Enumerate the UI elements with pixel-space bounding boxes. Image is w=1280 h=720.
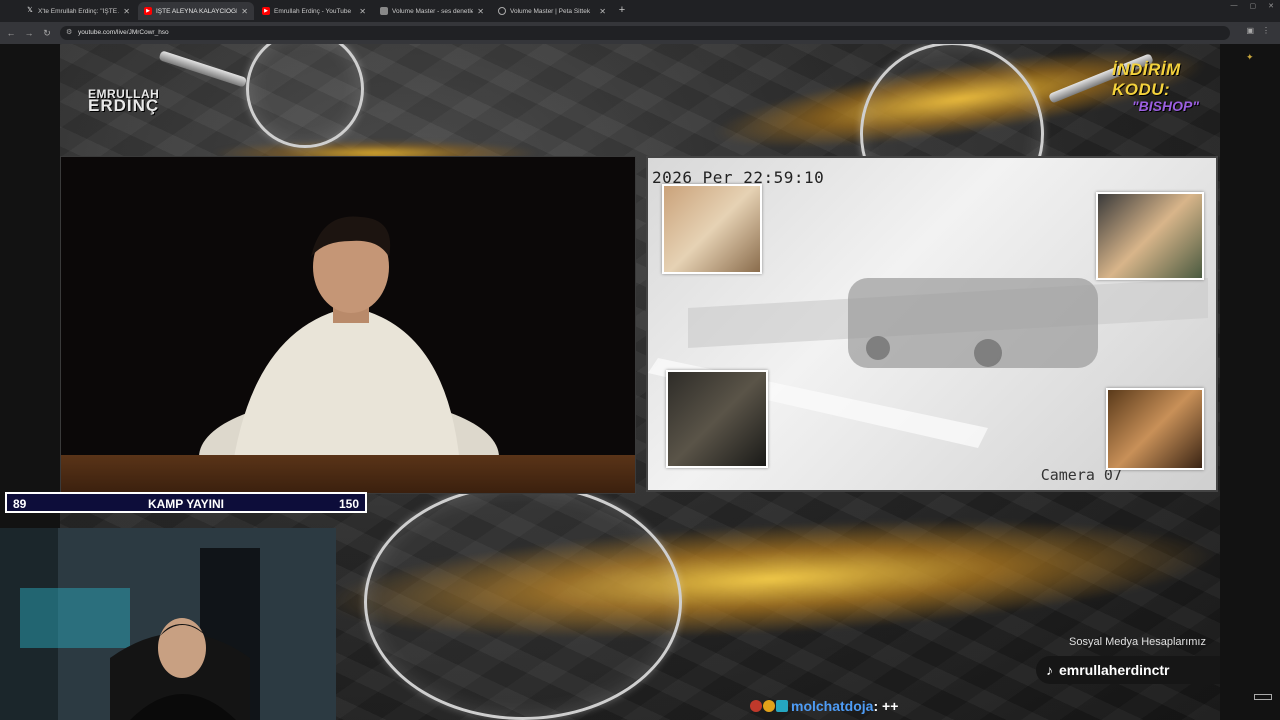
tab-title: İŞTE ALEYNA KALAYCIOĞLU (156, 7, 238, 15)
host-video-panel (60, 156, 636, 494)
channel-logo: EMRULLAH ERDİNÇ (88, 88, 168, 115)
tab-youtube-live[interactable]: ▶ İŞTE ALEYNA KALAYCIOĞLU ✕ (138, 2, 254, 20)
desk (61, 455, 635, 493)
magnifier-handle (158, 50, 248, 88)
tab-title: Volume Master - ses denetleyi (392, 7, 474, 15)
streamer-webcam (0, 528, 336, 720)
close-window-icon[interactable]: ✕ (1268, 2, 1274, 10)
photo-inset-man (1106, 388, 1204, 470)
window-controls: — ▢ ✕ (1231, 2, 1275, 10)
webcam-scene (0, 528, 336, 720)
site-info-icon[interactable]: ⚙ (66, 26, 72, 40)
chat-username[interactable]: molchatdoja (791, 698, 873, 714)
tab-x-post[interactable]: 𝕏 X'te Emrullah Erdinç: "İŞTE ALE ✕ (20, 2, 136, 20)
video-player[interactable]: ✦ EMRULLAH ERDİNÇ İNDİRİM KODU: "BISHOP" (0, 44, 1280, 720)
forward-icon[interactable]: → (22, 26, 36, 40)
counter-title: KAMP YAYINI (147, 497, 225, 511)
photo-inset-two-men (666, 370, 768, 468)
sparkle-icon: ✦ (1246, 52, 1254, 62)
youtube-logo-icon: ▶ (144, 7, 152, 15)
chat-badges (750, 700, 788, 712)
chat-message: molchatdoja : ++ (750, 698, 898, 714)
counter-current: 89 (13, 497, 27, 511)
host-figure (63, 216, 499, 493)
logo-line2: ERDİNÇ (88, 96, 160, 115)
magnifier-lens-bottom (364, 484, 682, 720)
cctv-footage-panel: 2026 Per 22:59:10 Camera 07 (646, 156, 1218, 492)
url-field[interactable]: ⚙ youtube.com/live/JMrCowr_hso (60, 26, 1230, 40)
new-tab-button[interactable]: + (616, 3, 628, 17)
social-handle-row: ♪ emrullaherdinctr (1036, 656, 1220, 684)
promo-code: İNDİRİM KODU: "BISHOP" (1112, 60, 1240, 114)
badge-icon (763, 700, 775, 712)
extensions-area: ▣ ⋮ (1246, 26, 1270, 35)
tab-title: Emrullah Erdinç - YouTube (274, 7, 352, 15)
volume-master-icon (380, 7, 388, 15)
close-tab-icon[interactable]: ✕ (599, 7, 606, 16)
social-handle: emrullaherdinctr (1059, 662, 1170, 678)
close-tab-icon[interactable]: ✕ (477, 7, 484, 16)
badge-icon (750, 700, 762, 712)
tab-title: X'te Emrullah Erdinç: "İŞTE ALE (38, 7, 119, 15)
url-text: youtube.com/live/JMrCowr_hso (78, 29, 169, 36)
extension-icon[interactable]: ▣ (1246, 26, 1254, 35)
maximize-icon[interactable]: ▢ (1250, 2, 1257, 10)
chat-text: : ++ (873, 698, 899, 714)
minimize-icon[interactable]: — (1231, 2, 1238, 10)
tab-strip: 𝕏 X'te Emrullah Erdinç: "İŞTE ALE ✕ ▶ İŞ… (0, 0, 1280, 22)
photo-inset-group (1096, 192, 1204, 280)
close-tab-icon[interactable]: ✕ (359, 7, 366, 16)
social-title: Sosyal Medya Hesaplarımız (1069, 636, 1206, 648)
youtube-logo-icon: ▶ (262, 7, 270, 15)
fullscreen-indicator-icon[interactable] (1254, 694, 1272, 700)
promo-code-value: "BISHOP" (1132, 98, 1199, 114)
x-logo-icon: 𝕏 (27, 7, 33, 14)
tiktok-icon: ♪ (1046, 662, 1053, 678)
counter-goal: 150 (338, 497, 359, 511)
globe-icon (498, 7, 506, 15)
magnifier-lens-top-left (246, 44, 364, 148)
social-media-box: Sosyal Medya Hesaplarımız ♪ emrullaherdi… (1036, 636, 1220, 684)
reload-icon[interactable]: ↻ (40, 26, 54, 40)
close-tab-icon[interactable]: ✕ (241, 7, 248, 16)
promo-title: İNDİRİM KODU: (1112, 60, 1181, 99)
tab-youtube-channel[interactable]: ▶ Emrullah Erdinç - YouTube ✕ (256, 2, 372, 20)
tab-peta-sittek[interactable]: Volume Master | Peta Sittek ✕ (492, 2, 612, 20)
camp-stream-counter: KAMP YAYINI 89 150 (5, 492, 367, 513)
photo-inset-two-women (662, 184, 762, 274)
tab-volume-master[interactable]: Volume Master - ses denetleyi ✕ (374, 2, 490, 20)
letterbox-right: ✦ (1220, 44, 1280, 720)
tab-title: Volume Master | Peta Sittek (510, 7, 591, 15)
badge-icon (776, 700, 788, 712)
address-bar-row: ← → ↻ ⚙ youtube.com/live/JMrCowr_hso ▣ ⋮ (0, 22, 1280, 44)
close-tab-icon[interactable]: ✕ (123, 7, 130, 16)
back-icon[interactable]: ← (4, 26, 18, 40)
menu-icon[interactable]: ⋮ (1262, 26, 1270, 35)
